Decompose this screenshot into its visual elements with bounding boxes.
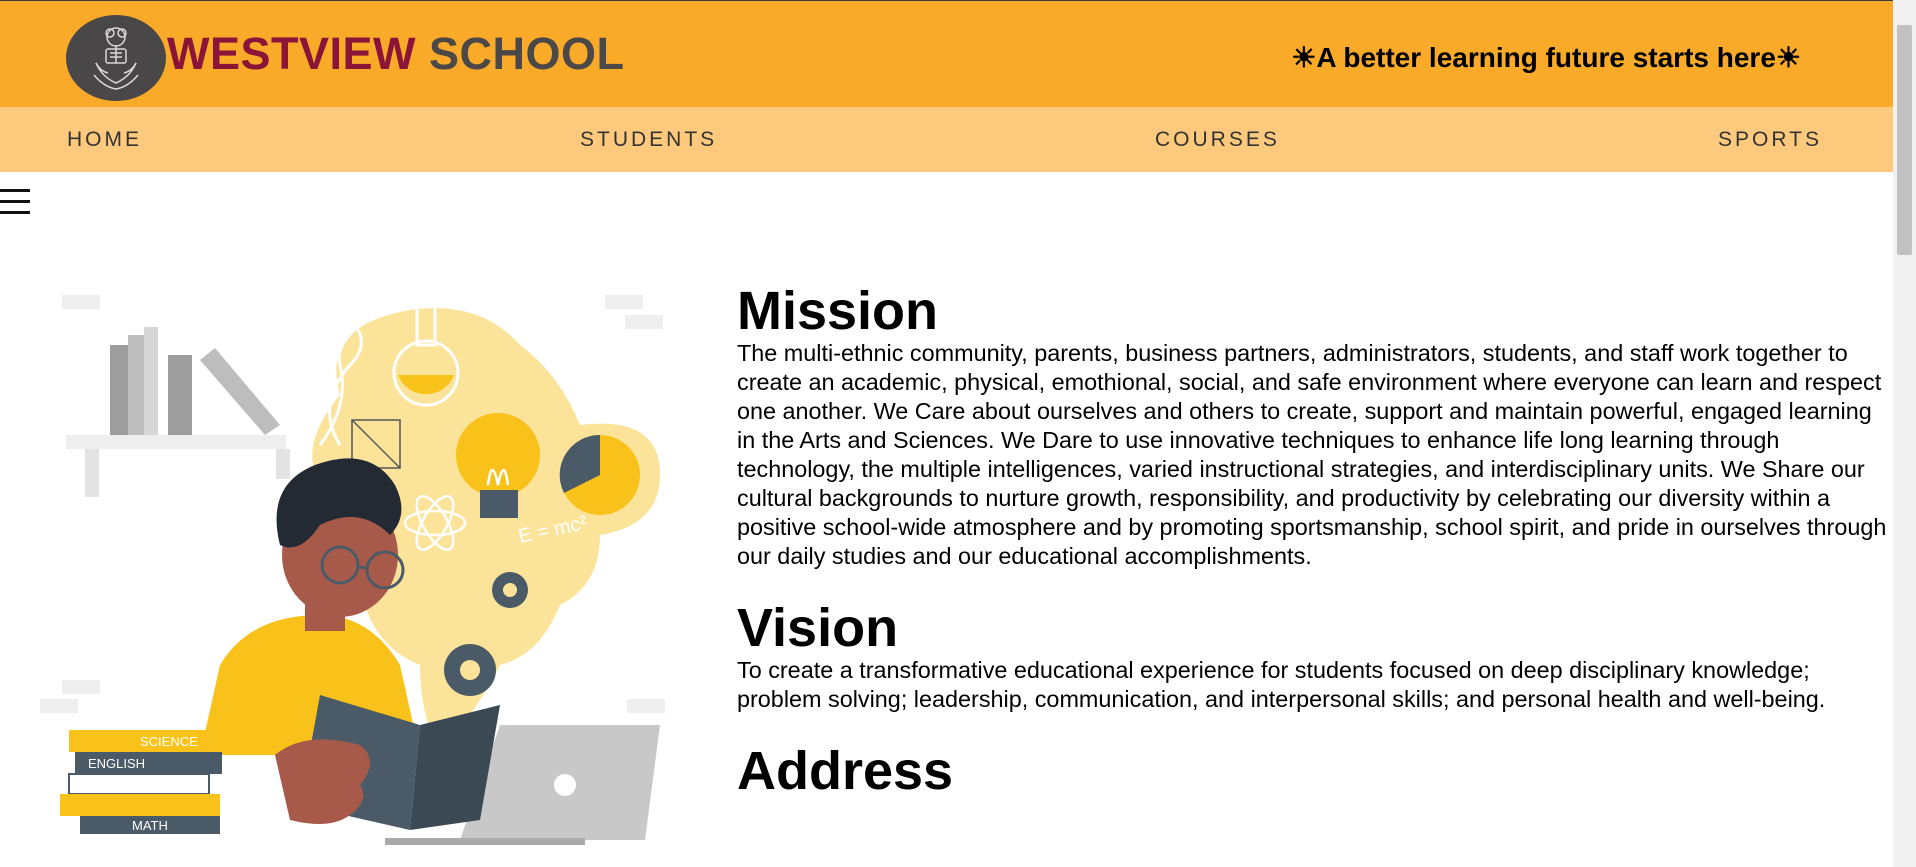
vision-heading: Vision <box>737 598 899 658</box>
main-content: Mission The multi-ethnic community, pare… <box>737 283 1887 799</box>
student-learning-illustration: E = mc² SCIENCE ENGLISH MATH <box>40 295 665 845</box>
school-logo[interactable] <box>66 15 166 101</box>
address-heading: Address <box>737 741 954 801</box>
book-label-math: MATH <box>132 818 168 833</box>
scrollbar-thumb[interactable] <box>1897 25 1912 255</box>
hamburger-menu-icon[interactable] <box>0 185 32 221</box>
nav-home-link[interactable]: HOME <box>67 129 142 150</box>
book-label-english: ENGLISH <box>88 756 145 771</box>
page-scrollbar[interactable] <box>1893 0 1916 867</box>
school-name[interactable]: WESTVIEW SCHOOL <box>167 31 625 76</box>
header-tagline: ☀A better learning future starts here☀ <box>1291 42 1801 73</box>
book-label-science: SCIENCE <box>140 734 198 749</box>
nav-sports-link[interactable]: SPORTS <box>1718 129 1822 150</box>
nav-courses-link[interactable]: COURSES <box>1155 129 1280 150</box>
nav-students-link[interactable]: STUDENTS <box>580 129 717 150</box>
brand-word-school: SCHOOL <box>429 28 625 79</box>
main-nav: HOME STUDENTS COURSES SPORTS <box>0 107 1893 172</box>
logo-crest-icon <box>93 27 139 90</box>
site-header: WESTVIEW SCHOOL ☀A better learning futur… <box>0 0 1893 107</box>
mission-heading: Mission <box>737 281 939 341</box>
brand-word-westview: WESTVIEW <box>167 28 416 79</box>
vision-text: To create a transformative educational e… <box>737 657 1826 712</box>
mission-text: The multi-ethnic community, parents, bus… <box>737 340 1887 569</box>
